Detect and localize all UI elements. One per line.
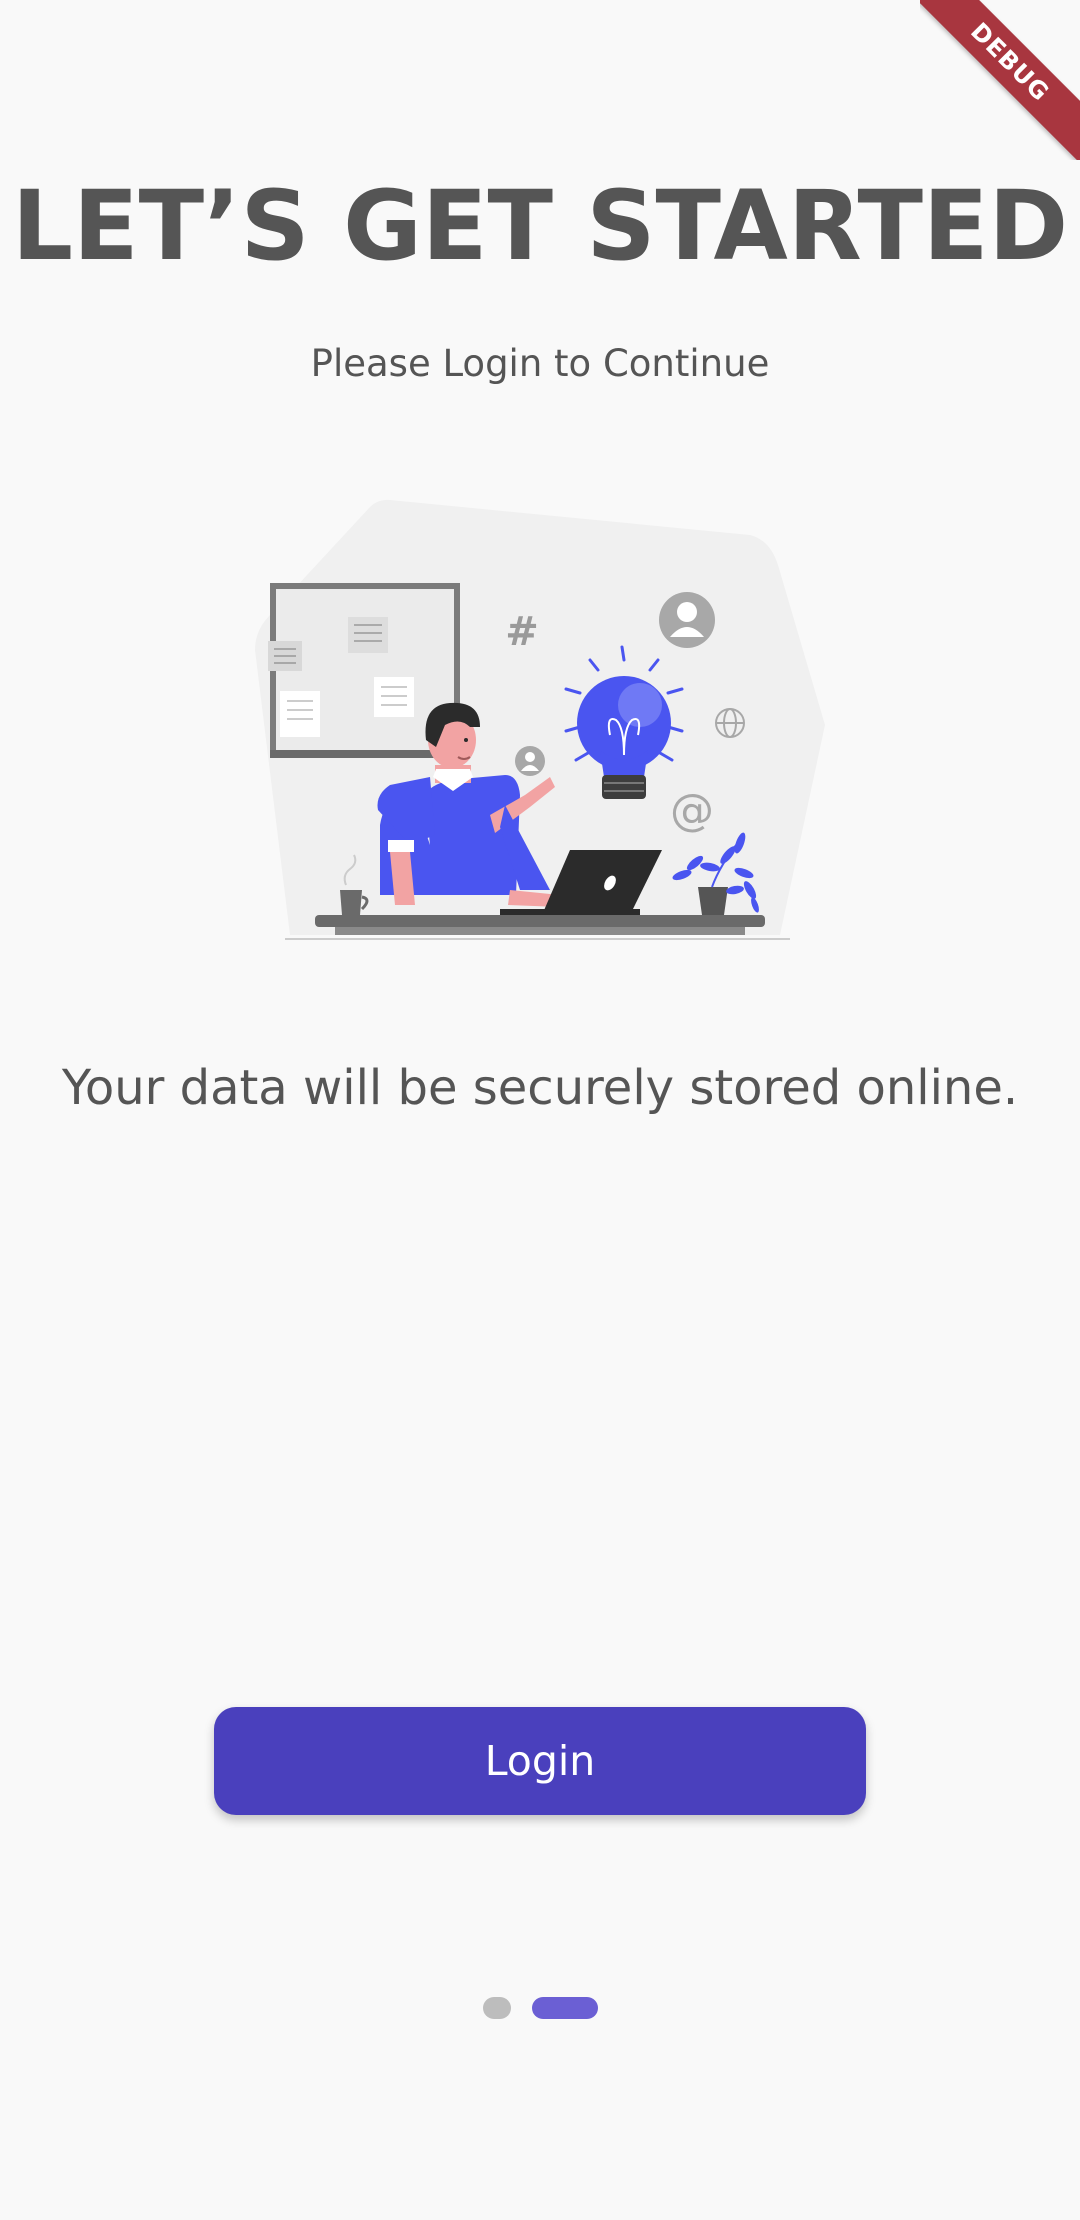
page-indicator xyxy=(0,1997,1080,2019)
page-subtitle: Please Login to Continue xyxy=(310,342,770,385)
at-sign-icon: @ xyxy=(670,785,714,836)
debug-banner: DEBUG xyxy=(920,0,1080,160)
user-avatar-icon xyxy=(659,592,715,648)
hash-icon: # xyxy=(505,609,539,655)
page-dot-active[interactable] xyxy=(531,1997,598,2019)
page-title: LET’S GET STARTED xyxy=(11,170,1069,282)
page-dot[interactable] xyxy=(482,1997,511,2019)
debug-banner-label: DEBUG xyxy=(920,0,1080,160)
small-avatar-icon xyxy=(515,746,545,776)
description-text: Your data will be securely stored online… xyxy=(61,1060,1019,1116)
onboarding-illustration: # @ xyxy=(250,495,830,945)
desk xyxy=(315,915,765,927)
login-button[interactable]: Login xyxy=(214,1707,866,1815)
